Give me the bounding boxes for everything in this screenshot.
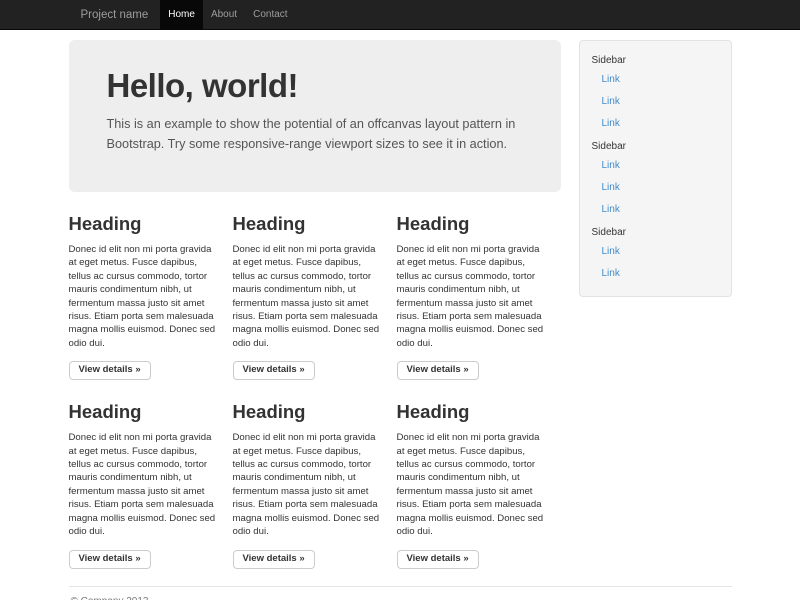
card-body: Donec id elit non mi porta gravida at eg… (69, 243, 222, 350)
sidebar-link[interactable]: Link (580, 114, 731, 134)
view-details-button[interactable]: View details » (397, 361, 479, 380)
cards-row-2: Heading Donec id elit non mi porta gravi… (69, 401, 561, 568)
jumbotron-description: This is an example to show the potential… (107, 114, 523, 154)
card-body: Donec id elit non mi porta gravida at eg… (69, 431, 222, 538)
navbar-menu: Home About Contact (160, 0, 295, 30)
card-body: Donec id elit non mi porta gravida at eg… (233, 431, 386, 538)
card: Heading Donec id elit non mi porta gravi… (397, 401, 561, 568)
card-heading: Heading (397, 213, 550, 234)
sidebar-link[interactable]: Link (580, 92, 731, 112)
sidebar-group-header: Sidebar (580, 136, 731, 156)
sidebar-link[interactable]: Link (580, 70, 731, 90)
card: Heading Donec id elit non mi porta gravi… (69, 401, 233, 568)
nav-item-home: Home (160, 0, 203, 30)
sidebar-link[interactable]: Link (580, 156, 731, 176)
view-details-button[interactable]: View details » (233, 550, 315, 569)
cards-row-1: Heading Donec id elit non mi porta gravi… (69, 213, 561, 380)
nav-link-about[interactable]: About (203, 0, 245, 30)
card: Heading Donec id elit non mi porta gravi… (233, 213, 397, 380)
nav-item-contact: Contact (245, 0, 295, 30)
nav-link-contact[interactable]: Contact (245, 0, 295, 30)
card-heading: Heading (233, 401, 386, 422)
card-heading: Heading (233, 213, 386, 234)
card-body: Donec id elit non mi porta gravida at eg… (397, 243, 550, 350)
card-heading: Heading (69, 401, 222, 422)
card: Heading Donec id elit non mi porta gravi… (233, 401, 397, 568)
sidebar-group-header: Sidebar (580, 50, 731, 70)
view-details-button[interactable]: View details » (69, 550, 151, 569)
card-heading: Heading (397, 401, 550, 422)
nav-link-home[interactable]: Home (160, 0, 203, 30)
card-body: Donec id elit non mi porta gravida at eg… (233, 243, 386, 350)
sidebar-link[interactable]: Link (580, 264, 731, 284)
brand-link[interactable]: Project name (69, 0, 161, 30)
view-details-button[interactable]: View details » (233, 361, 315, 380)
card-heading: Heading (69, 213, 222, 234)
page-title: Hello, world! (107, 67, 523, 105)
nav-item-about: About (203, 0, 245, 30)
navbar-container: Project name Home About Contact (69, 0, 732, 30)
page-container: Hello, world! This is an example to show… (69, 30, 732, 600)
card: Heading Donec id elit non mi porta gravi… (397, 213, 561, 380)
sidebar-link[interactable]: Link (580, 200, 731, 220)
card: Heading Donec id elit non mi porta gravi… (69, 213, 233, 380)
sidebar-link[interactable]: Link (580, 178, 731, 198)
sidebar-panel: Sidebar Link Link Link Sidebar Link Link… (579, 40, 732, 297)
sidebar-link[interactable]: Link (580, 242, 731, 262)
sidebar-group-header: Sidebar (580, 222, 731, 242)
view-details-button[interactable]: View details » (397, 550, 479, 569)
copyright-text: © Company 2013 (71, 596, 730, 600)
jumbotron: Hello, world! This is an example to show… (69, 40, 561, 192)
top-navbar: Project name Home About Contact (0, 0, 800, 30)
card-body: Donec id elit non mi porta gravida at eg… (397, 431, 550, 538)
main-content-column: Hello, world! This is an example to show… (69, 30, 561, 569)
view-details-button[interactable]: View details » (69, 361, 151, 380)
page-footer: © Company 2013 (69, 586, 732, 600)
sidebar-column: Sidebar Link Link Link Sidebar Link Link… (579, 30, 732, 569)
content-row: Hello, world! This is an example to show… (69, 30, 732, 569)
